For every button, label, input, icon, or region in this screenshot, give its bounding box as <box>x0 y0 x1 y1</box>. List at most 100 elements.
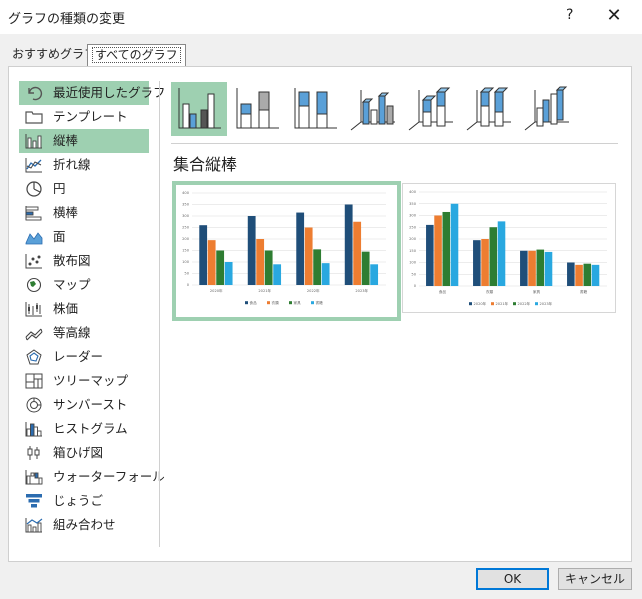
sidebar-item-label: 折れ線 <box>53 157 91 172</box>
chart-preview-1[interactable]: 0 50 100 150 200 250 300 350 400 2020年 2021年 2022年 2… <box>172 181 401 321</box>
stacked-column-icon <box>236 88 279 129</box>
sidebar-item-funnel[interactable]: じょうご <box>19 489 149 513</box>
sidebar-item-label: ヒストグラム <box>53 421 128 436</box>
bar <box>353 221 362 285</box>
bar <box>370 264 379 285</box>
subtype-3d-stacked-column[interactable] <box>403 82 459 136</box>
column-chart-icon <box>25 134 42 149</box>
sidebar-item-histogram[interactable]: ヒストグラム <box>19 417 149 441</box>
sidebar-item-waterfall[interactable]: ウォーターフォール <box>19 465 165 489</box>
chart-preview-1-svg: 0 50 100 150 200 250 300 350 400 2020年 2021年 2022年 2… <box>182 191 386 305</box>
sidebar-item-map[interactable]: マップ <box>19 273 149 297</box>
bar <box>216 250 225 285</box>
sidebar-item-label: マップ <box>53 277 91 292</box>
sidebar-item-treemap[interactable]: ツリーマップ <box>19 369 149 393</box>
y-tick-label: 300 <box>409 214 417 218</box>
surface-chart-icon <box>25 328 43 341</box>
y-tick-label: 200 <box>182 237 190 241</box>
3d-clustered-column-icon <box>350 90 395 131</box>
clustered-column-icon <box>178 88 221 129</box>
bar <box>296 212 305 285</box>
subtype-stacked-column[interactable] <box>229 82 285 136</box>
x-tick-label: 2023年 <box>355 288 368 293</box>
percent-stacked-column-icon <box>294 88 337 129</box>
legend-swatch <box>289 301 292 305</box>
dialog-title: グラフの種類の変更 <box>8 12 126 27</box>
legend-swatch <box>267 301 270 305</box>
waterfall-icon <box>25 470 43 485</box>
sidebar-item-area[interactable]: 面 <box>19 225 149 249</box>
sidebar-item-label: 円 <box>53 181 66 196</box>
subtype-3d-100-stacked-column[interactable] <box>461 82 517 136</box>
histogram-icon <box>25 422 42 437</box>
scatter-chart-icon <box>25 254 42 269</box>
bar-chart-icon <box>25 206 42 221</box>
subtype-3d-clustered-column[interactable] <box>345 82 401 136</box>
subtype-100-stacked-column[interactable] <box>287 82 343 136</box>
bar <box>473 240 481 286</box>
treemap-icon <box>25 373 43 389</box>
chart-preview-2[interactable]: 0 50 100 150 200 250 300 350 400 食品 衣類 家具 書籍 2020年 202… <box>402 183 616 313</box>
legend-label: 衣類 <box>272 300 280 305</box>
title-bar: グラフの種類の変更 ? ✕ <box>0 0 642 34</box>
sidebar-item-box-whisker[interactable]: 箱ひげ図 <box>19 441 149 465</box>
sidebar-item-label: 面 <box>53 229 66 244</box>
bar <box>442 211 451 286</box>
sidebar-divider <box>159 81 160 547</box>
sidebar-item-templates[interactable]: テンプレート <box>19 105 149 129</box>
y-tick-label: 300 <box>182 214 190 218</box>
folder-icon <box>25 111 43 124</box>
sidebar-item-label: 散布図 <box>53 253 91 268</box>
sidebar-item-label: 縦棒 <box>53 133 79 148</box>
sidebar-item-label: 組み合わせ <box>53 517 116 532</box>
3d-stacked-column-icon <box>408 87 453 131</box>
sidebar-item-combo[interactable]: 組み合わせ <box>19 513 149 537</box>
sidebar-item-sunburst[interactable]: サンバースト <box>19 393 149 417</box>
legend-swatch <box>245 301 248 305</box>
y-tick-label: 150 <box>409 249 417 253</box>
stock-chart-icon <box>25 302 42 317</box>
sidebar-item-line[interactable]: 折れ線 <box>19 153 149 177</box>
sidebar-item-label: ウォーターフォール <box>53 469 165 484</box>
sidebar-item-surface[interactable]: 等高線 <box>19 321 149 345</box>
y-tick-label: 400 <box>409 190 417 194</box>
sidebar-item-radar[interactable]: レーダー <box>19 345 149 369</box>
cancel-button[interactable]: キャンセル <box>558 568 632 590</box>
close-button[interactable]: ✕ <box>600 4 628 28</box>
sidebar-item-label: テンプレート <box>53 109 128 124</box>
x-tick-label: 2020年 <box>210 288 223 293</box>
bar <box>434 215 442 286</box>
x-tick-label: 書籍 <box>580 289 588 294</box>
bar <box>344 204 353 285</box>
ok-button[interactable]: OK <box>476 568 549 590</box>
sidebar-item-label: 箱ひげ図 <box>53 445 104 460</box>
subtype-3d-column[interactable] <box>519 82 575 136</box>
box-whisker-icon <box>27 446 40 460</box>
tab-all-charts[interactable]: すべてのグラフ <box>87 44 186 67</box>
sidebar-item-column[interactable]: 縦棒 <box>19 129 149 153</box>
bar <box>567 262 575 286</box>
sidebar-item-stock[interactable]: 株価 <box>19 297 149 321</box>
help-button[interactable]: ? <box>566 7 573 23</box>
bar <box>426 224 434 286</box>
sidebar-item-bar[interactable]: 横棒 <box>19 201 149 225</box>
sidebar-item-label: 等高線 <box>53 325 91 340</box>
x-tick-label: 2021年 <box>258 288 271 293</box>
y-tick-label: 400 <box>182 191 190 195</box>
radar-chart-icon <box>26 349 42 365</box>
legend-label: 家具 <box>294 300 302 305</box>
sidebar-item-scatter[interactable]: 散布図 <box>19 249 149 273</box>
subtype-clustered-column[interactable] <box>171 82 227 136</box>
sidebar-item-label: サンバースト <box>53 397 128 412</box>
sidebar-item-label: 横棒 <box>53 205 79 220</box>
undo-icon <box>28 86 43 101</box>
legend-label: 食品 <box>250 300 258 305</box>
section-divider <box>171 143 618 144</box>
bar <box>199 225 208 285</box>
pie-chart-icon <box>26 181 42 197</box>
y-tick-label: 250 <box>409 225 417 229</box>
sidebar-item-pie[interactable]: 円 <box>19 177 149 201</box>
sidebar-item-recent[interactable]: 最近使用したグラフ <box>19 81 166 105</box>
x-tick-label: 2022年 <box>307 288 320 293</box>
sidebar-item-label: ツリーマップ <box>53 373 129 388</box>
